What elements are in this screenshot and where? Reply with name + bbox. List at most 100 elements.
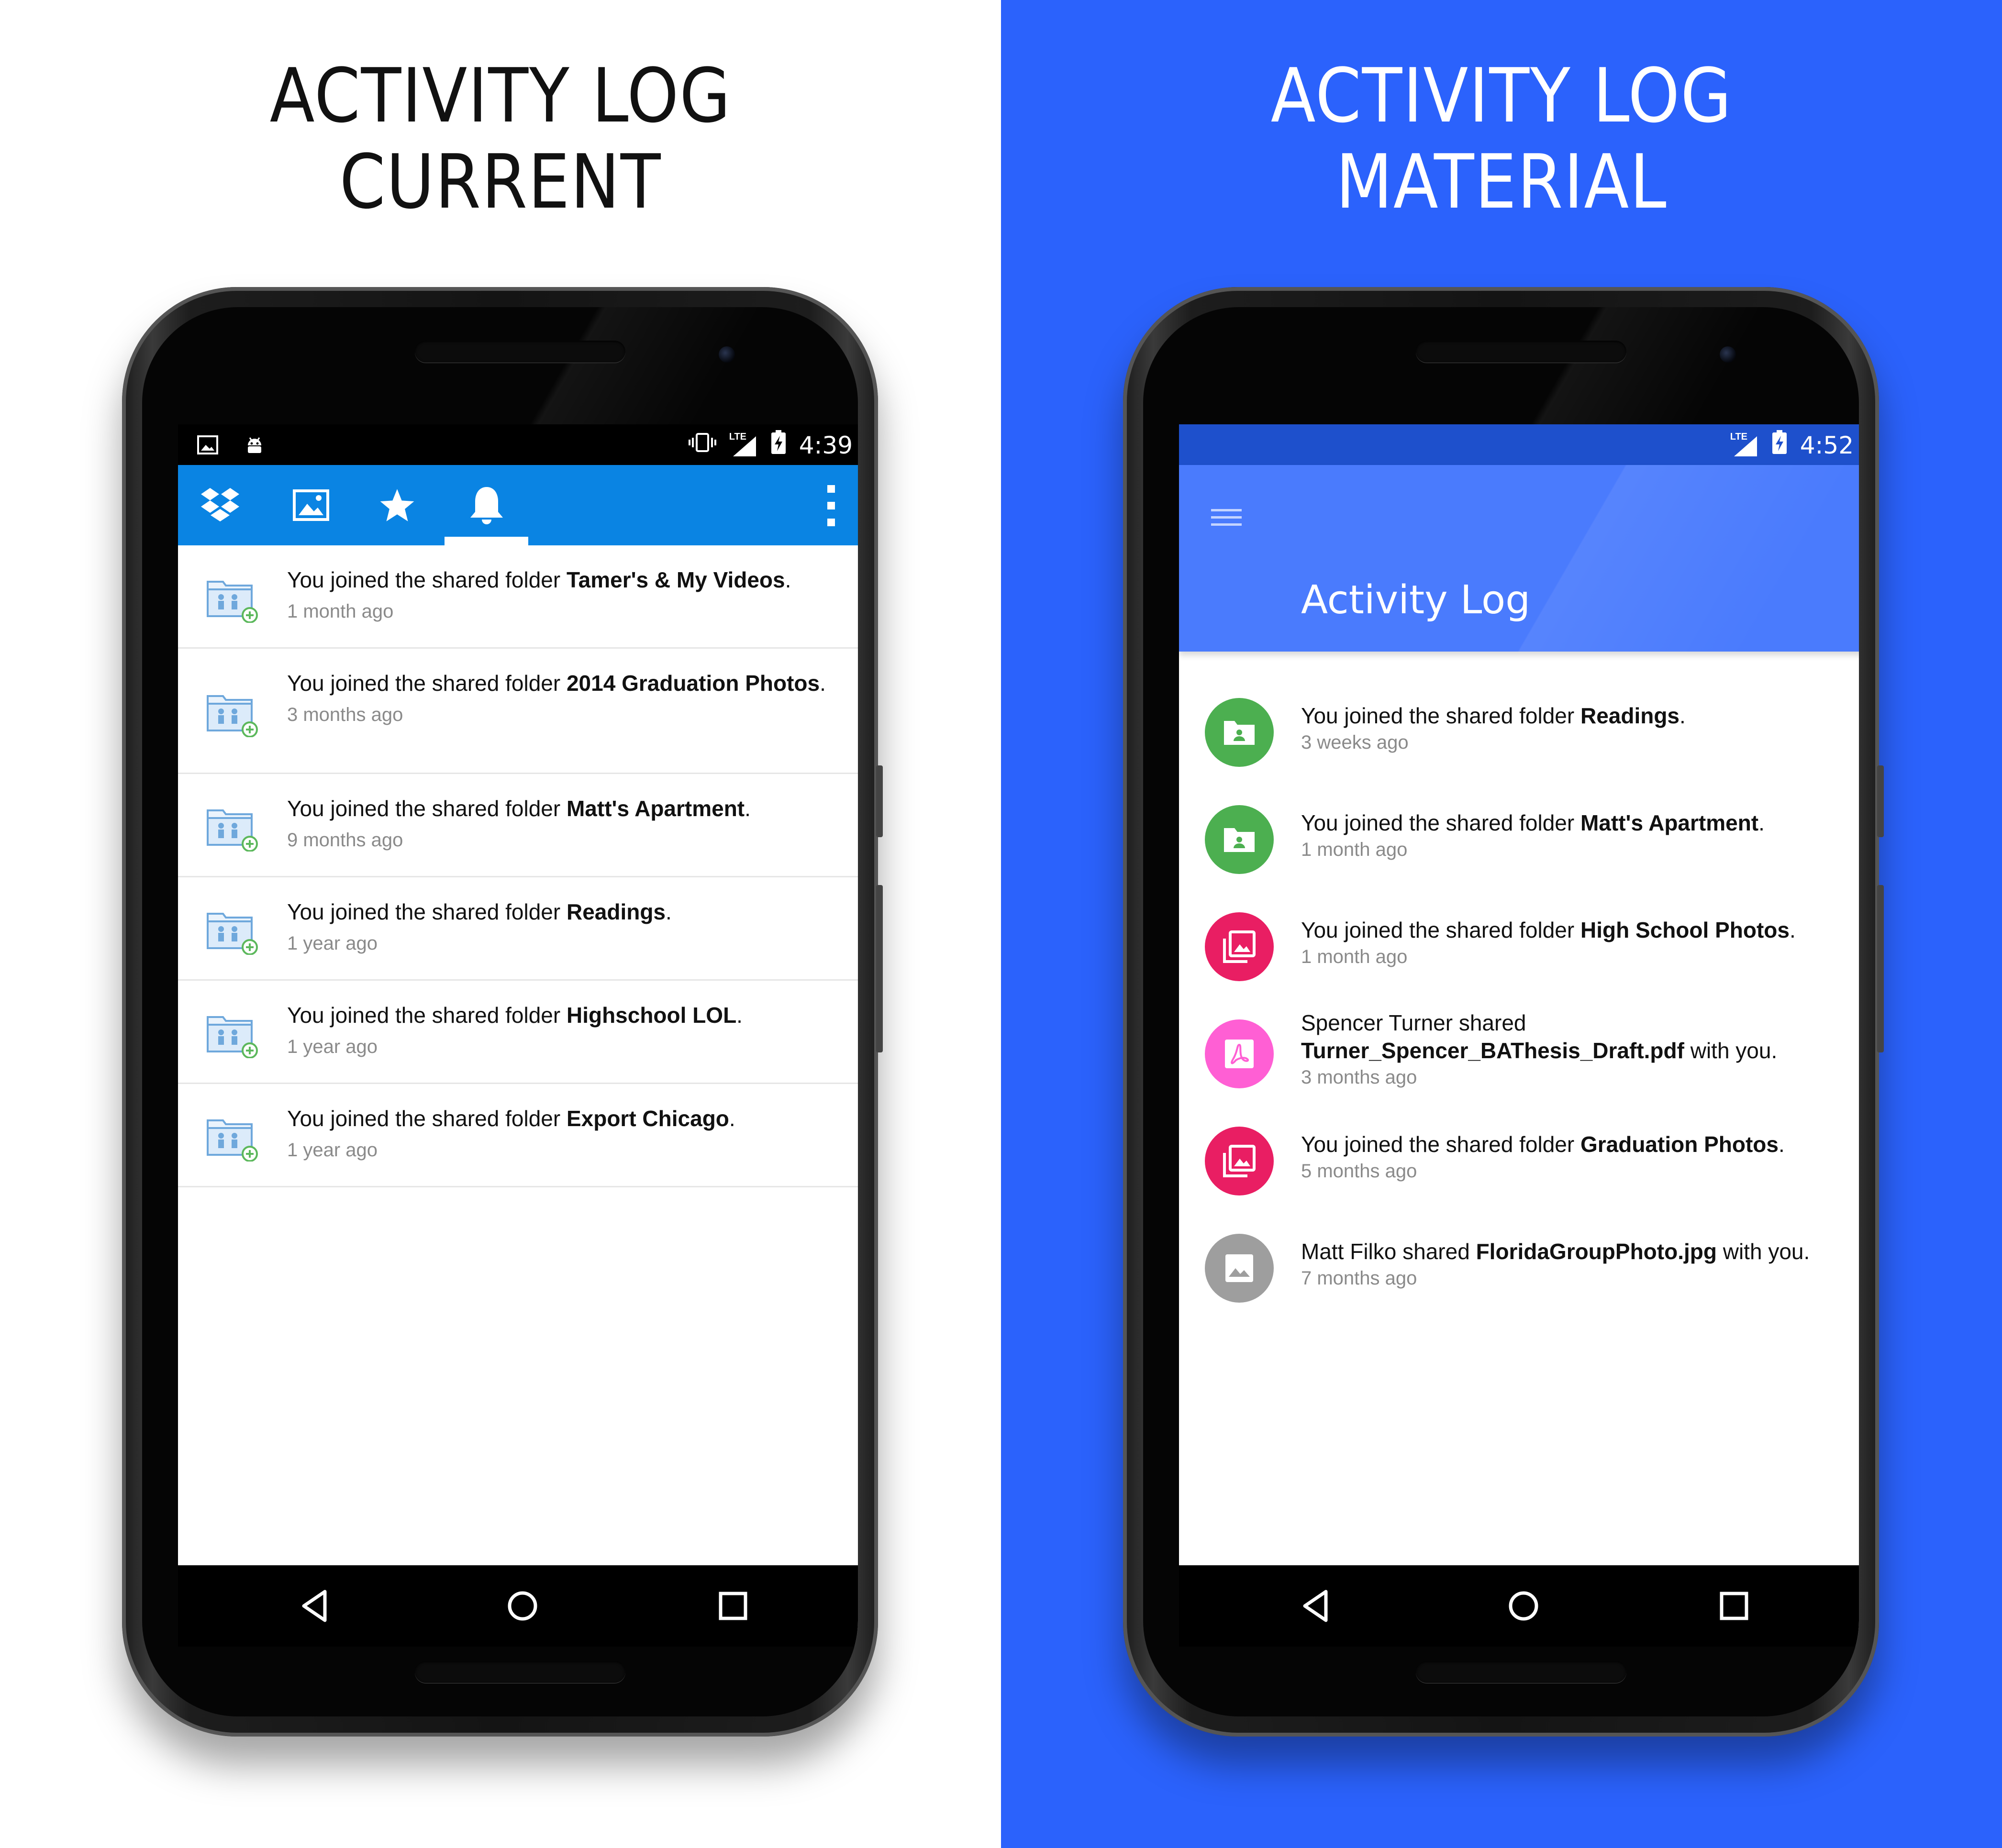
folder-name: Highschool LOL: [566, 1003, 737, 1028]
list-item[interactable]: You joined the shared folder Readings. 3 …: [1179, 673, 1859, 780]
tab-photos[interactable]: [269, 465, 353, 545]
list-item[interactable]: You joined the shared folder Matt's Apar…: [1179, 780, 1859, 887]
material-headline: ACTIVITY LOG MATERIAL: [1001, 53, 2002, 225]
back-icon: [302, 1590, 327, 1622]
activity-message: You joined the shared folder Graduation …: [1301, 1130, 1849, 1158]
recents-button[interactable]: [1715, 1587, 1753, 1625]
activity-time: 1 month ago: [1301, 946, 1408, 967]
lte-signal-icon: LTE: [1730, 432, 1759, 457]
current-design-panel: ACTIVITY LOG CURRENT LTE 4:39 You joined…: [0, 0, 1001, 1848]
battery-charging-icon: [1771, 430, 1788, 460]
item-name: Matt's Apartment: [1580, 810, 1759, 835]
list-item[interactable]: You joined the shared folder 2014 Gradua…: [178, 649, 858, 774]
list-item[interactable]: You joined the shared folder Matt's Apar…: [178, 774, 858, 877]
image-icon: [1224, 1253, 1255, 1284]
list-item[interactable]: You joined the shared folder Graduation …: [1179, 1102, 1859, 1209]
message-text: You joined the shared folder: [287, 1106, 567, 1131]
message-suffix: .: [729, 1106, 735, 1131]
activity-message: You joined the shared folder Readings.: [287, 898, 838, 926]
list-item[interactable]: You joined the shared folder High School…: [1179, 887, 1859, 995]
list-item[interactable]: You joined the shared folder Export Chic…: [178, 1084, 858, 1187]
material-design-panel: ACTIVITY LOG MATERIAL LTE 4:52 Activity …: [1001, 0, 2002, 1848]
headline-line-1: ACTIVITY LOG: [269, 52, 732, 139]
page-title: Activity Log: [1301, 577, 1531, 623]
phone-screen: LTE 4:52 Activity Log You joined the sha…: [1179, 424, 1859, 1647]
photos-icon: [292, 489, 329, 521]
tab-dropbox[interactable]: [178, 465, 262, 545]
item-name: FloridaGroupPhoto.jpg: [1476, 1239, 1717, 1264]
shared-folder-icon: [1222, 825, 1257, 854]
photo-library-icon: [1223, 1144, 1256, 1178]
tab-favorites[interactable]: [355, 465, 439, 545]
home-icon: [1509, 1591, 1538, 1621]
recents-icon: [719, 1592, 747, 1620]
message-text: You joined the shared folder: [287, 796, 567, 821]
avatar: [1205, 1019, 1274, 1088]
list-item[interactable]: You joined the shared folder Readings. 1 …: [178, 877, 858, 981]
activity-time: 1 year ago: [287, 1140, 378, 1161]
activity-list: You joined the shared folder Tamer's & M…: [178, 545, 858, 1187]
activity-message: You joined the shared folder 2014 Gradua…: [287, 670, 838, 697]
avatar: [1205, 805, 1274, 874]
activity-list: You joined the shared folder Readings. 3 …: [1179, 673, 1859, 1316]
shared-folder-icon: [206, 907, 258, 955]
status-time: 4:52: [1800, 431, 1854, 459]
headline-line-1: ACTIVITY LOG: [1270, 52, 1733, 139]
volume-button: [1877, 765, 1884, 837]
photo-library-icon: [1223, 930, 1256, 963]
message-suffix: .: [745, 796, 751, 821]
dropbox-icon: [200, 488, 239, 521]
folder-name: Export Chicago: [566, 1106, 729, 1131]
back-button[interactable]: [295, 1587, 334, 1625]
more-vert-icon: [827, 485, 835, 526]
activity-time: 3 months ago: [287, 704, 403, 725]
battery-charging-icon: [770, 430, 787, 460]
home-button[interactable]: [503, 1587, 542, 1625]
bell-icon: [470, 487, 503, 524]
item-name: Graduation Photos: [1580, 1132, 1779, 1157]
status-bar: LTE 4:39: [178, 424, 858, 465]
message-suffix: .: [1679, 703, 1686, 728]
message-text: You joined the shared folder: [287, 899, 567, 924]
shared-folder-icon: [206, 804, 258, 852]
avatar: [1205, 1234, 1274, 1303]
avatar: [1205, 912, 1274, 981]
back-icon: [1303, 1590, 1328, 1622]
phone-frame: LTE 4:39 You joined the shared folder Ta…: [122, 287, 883, 1737]
tab-bar: [178, 465, 858, 545]
activity-message: You joined the shared folder Highschool …: [287, 1002, 838, 1029]
list-item[interactable]: Spencer Turner shared Turner_Spencer_BAT…: [1179, 995, 1859, 1102]
volume-button: [876, 765, 883, 837]
home-button[interactable]: [1504, 1587, 1543, 1625]
item-name: Readings: [1580, 703, 1680, 728]
front-camera: [1720, 346, 1736, 363]
list-item[interactable]: You joined the shared folder Tamer's & M…: [178, 545, 858, 649]
front-camera: [719, 346, 735, 363]
list-item[interactable]: You joined the shared folder Highschool …: [178, 981, 858, 1084]
headline-line-2: CURRENT: [339, 138, 662, 225]
message-text: You joined the shared folder: [287, 1003, 567, 1028]
message-suffix: .: [736, 1003, 743, 1028]
message-suffix: .: [785, 567, 791, 592]
back-button[interactable]: [1296, 1587, 1335, 1625]
activity-message: Spencer Turner shared Turner_Spencer_BAT…: [1301, 1009, 1849, 1064]
activity-message: You joined the shared folder Matt's Apar…: [1301, 809, 1849, 837]
lte-signal-icon: LTE: [729, 432, 758, 457]
item-name: High School Photos: [1580, 918, 1790, 942]
bottom-speaker: [415, 1661, 625, 1683]
phone-frame: LTE 4:52 Activity Log You joined the sha…: [1123, 287, 1884, 1737]
overflow-menu-button[interactable]: [824, 484, 838, 527]
message-text: You joined the shared folder: [1301, 703, 1580, 728]
power-button: [1877, 885, 1884, 1052]
message-suffix: .: [820, 671, 826, 696]
app-bar: Activity Log: [1179, 465, 1859, 652]
recents-button[interactable]: [714, 1587, 752, 1625]
message-text: You joined the shared folder: [1301, 810, 1580, 835]
activity-message: You joined the shared folder Tamer's & M…: [287, 566, 838, 594]
tab-notifications[interactable]: [445, 465, 528, 545]
activity-message: You joined the shared folder Matt's Apar…: [287, 795, 838, 822]
list-item[interactable]: Matt Filko shared FloridaGroupPhoto.jpg …: [1179, 1209, 1859, 1316]
menu-button[interactable]: [1210, 503, 1244, 532]
earpiece-speaker: [1416, 341, 1626, 363]
activity-time: 7 months ago: [1301, 1268, 1417, 1289]
